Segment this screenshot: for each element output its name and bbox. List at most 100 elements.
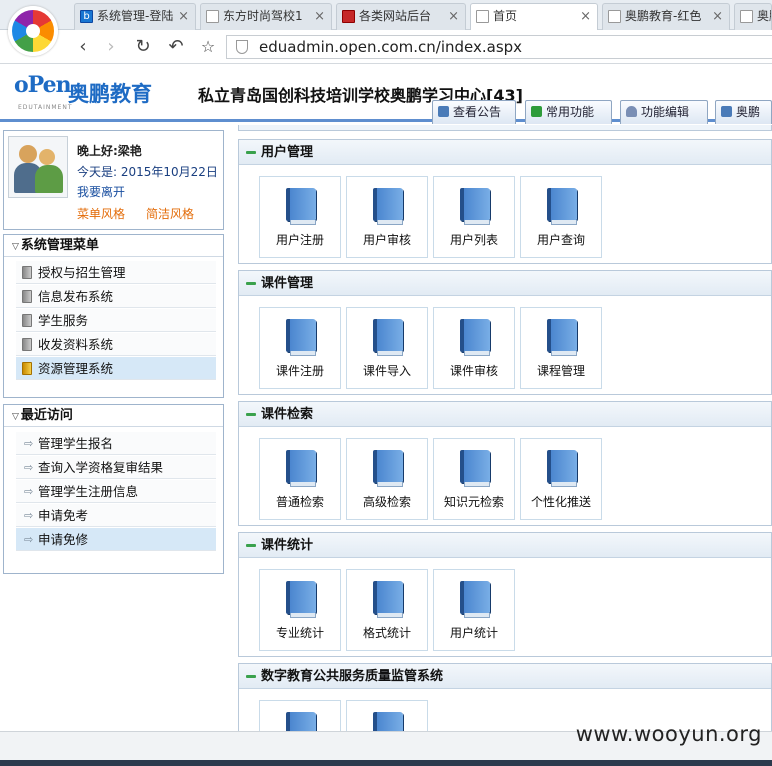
back-icon[interactable]: ‹: [72, 36, 94, 58]
forward-icon[interactable]: ›: [100, 36, 122, 58]
minus-icon[interactable]: [246, 413, 256, 416]
tab-title: 奥鹏: [757, 9, 771, 23]
book-icon: [373, 581, 403, 618]
recent-title[interactable]: ▽ 最近访问: [4, 405, 223, 427]
minus-icon[interactable]: [246, 151, 256, 154]
tab-notice[interactable]: 查看公告: [432, 100, 516, 124]
tab-function-edit[interactable]: 功能编辑: [620, 100, 708, 124]
browser-tab-6[interactable]: 奥鹏: [734, 3, 772, 30]
close-icon[interactable]: ×: [314, 4, 325, 29]
system-menu-title[interactable]: ▽ 系统管理菜单: [4, 235, 223, 257]
recent-item[interactable]: ⇨ 管理学生注册信息: [16, 480, 216, 503]
section-title: 课件检索: [239, 402, 771, 427]
browser-tab-1[interactable]: b 系统管理-登陆 ×: [74, 3, 196, 30]
baidu-icon: b: [80, 10, 93, 23]
courseware-import-button[interactable]: 课件导入: [346, 307, 428, 389]
section-title: 课件统计: [239, 533, 771, 558]
browser-tab-active[interactable]: 首页 ×: [470, 3, 598, 31]
course-management-button[interactable]: 课程管理: [520, 307, 602, 389]
book-icon: [373, 450, 403, 487]
user-list-button[interactable]: 用户列表: [433, 176, 515, 258]
user-review-button[interactable]: 用户审核: [346, 176, 428, 258]
sidebar-item-materials[interactable]: 收发资料系统: [16, 333, 216, 356]
browser-tab-bar: b 系统管理-登陆 × 东方时尚驾校1 × 各类网站后台 × 首页 × 奥鹏教育…: [0, 0, 772, 31]
close-icon[interactable]: ×: [580, 4, 591, 29]
courseware-review-button[interactable]: 课件审核: [433, 307, 515, 389]
watermark: www.wooyun.org: [575, 722, 762, 746]
refresh-icon[interactable]: ↻: [132, 36, 154, 58]
book-icon: [286, 712, 316, 731]
browser-toolbar: ‹ › ↻ ↶ ☆ eduadmin.open.com.cn/index.asp…: [0, 30, 772, 64]
sidebar-item-label: 收发资料系统: [38, 337, 114, 352]
book-icon: [22, 338, 32, 351]
tab-title: 首页: [493, 9, 518, 23]
sidebar-item-info[interactable]: 信息发布系统: [16, 285, 216, 308]
major-statistics-button[interactable]: 专业统计: [259, 569, 341, 651]
book-icon: [373, 712, 403, 731]
browser-logo-icon[interactable]: [8, 6, 58, 56]
section-courseware-search: 课件检索 普通检索 高级检索 知识元检索 个性化推送: [238, 401, 772, 526]
sidebar-item-label: 资源管理系统: [38, 361, 114, 376]
user-query-button[interactable]: 用户查询: [520, 176, 602, 258]
recent-item[interactable]: ⇨ 管理学生报名: [16, 432, 216, 455]
format-statistics-button[interactable]: 格式统计: [346, 569, 428, 651]
undo-icon[interactable]: ↶: [165, 36, 187, 58]
minus-icon[interactable]: [246, 675, 256, 678]
browser-tab-5[interactable]: 奥鹏教育-红色 ×: [602, 3, 730, 30]
section-courseware-statistics: 课件统计 专业统计 格式统计 用户统计: [238, 532, 772, 657]
recent-item[interactable]: ⇨ 查询入学资格复审结果: [16, 456, 216, 479]
close-icon[interactable]: ×: [448, 4, 459, 29]
supervision-item-button[interactable]: [346, 700, 428, 731]
book-icon: [460, 319, 490, 356]
browser-tab-2[interactable]: 东方时尚驾校1 ×: [200, 3, 332, 30]
card-icon: [721, 106, 732, 117]
courseware-register-button[interactable]: 课件注册: [259, 307, 341, 389]
knowledge-search-button[interactable]: 知识元检索: [433, 438, 515, 520]
logout-link[interactable]: 我要离开: [77, 183, 125, 200]
star-icon[interactable]: ☆: [197, 36, 219, 58]
user-edit-icon: [626, 106, 637, 117]
collapse-icon: ▽: [12, 242, 19, 252]
scrolled-section: [238, 125, 772, 131]
supervision-item-button[interactable]: [259, 700, 341, 731]
sidebar-item-auth[interactable]: 授权与招生管理: [16, 261, 216, 284]
section-title: 课件管理: [239, 271, 771, 296]
book-icon: [22, 290, 32, 303]
tab-title: 系统管理-登陆: [97, 9, 174, 23]
user-register-button[interactable]: 用户注册: [259, 176, 341, 258]
page-icon: [206, 10, 219, 23]
personalized-push-button[interactable]: 个性化推送: [520, 438, 602, 520]
tab-label: 常用功能: [546, 105, 595, 119]
basic-search-button[interactable]: 普通检索: [259, 438, 341, 520]
minus-icon[interactable]: [246, 282, 256, 285]
book-icon: [460, 450, 490, 487]
sidebar-item-label: 学生服务: [38, 313, 89, 328]
section-title: 数字教育公共服务质量监管系统: [239, 664, 771, 689]
logo-sub: EDUTAINMENT: [18, 104, 73, 111]
tab-common-functions[interactable]: 常用功能: [525, 100, 612, 124]
minus-icon[interactable]: [246, 544, 256, 547]
advanced-search-button[interactable]: 高级检索: [346, 438, 428, 520]
greeting: 晚上好:梁艳: [77, 144, 142, 158]
book-icon: [286, 319, 316, 356]
logo-open: oPen: [14, 72, 72, 98]
user-statistics-button[interactable]: 用户统计: [433, 569, 515, 651]
page-icon: [740, 10, 753, 23]
url-text: eduadmin.open.com.cn/index.aspx: [259, 38, 523, 56]
tab-title: 奥鹏教育-红色: [625, 9, 702, 23]
simple-style-link[interactable]: 简洁风格: [146, 205, 194, 222]
menu-style-link[interactable]: 菜单风格: [77, 205, 125, 222]
browser-tab-3[interactable]: 各类网站后台 ×: [336, 3, 466, 30]
recent-item[interactable]: ⇨ 申请免考: [16, 504, 216, 527]
sidebar-item-student[interactable]: 学生服务: [16, 309, 216, 332]
tab-card[interactable]: 奥鹏卡: [715, 100, 772, 141]
recent-item[interactable]: ⇨ 申请免修: [16, 528, 216, 551]
close-icon[interactable]: ×: [712, 4, 723, 29]
page-header: oPen 奥鹏教育 EDUTAINMENT 私立青岛国创科技培训学校奥鹏学习中心…: [0, 64, 772, 141]
close-icon[interactable]: ×: [178, 4, 189, 29]
current-date: 今天是: 2015年10月22日: [77, 165, 218, 179]
address-bar[interactable]: eduadmin.open.com.cn/index.aspx: [226, 35, 772, 59]
sidebar-item-resources[interactable]: 资源管理系统: [16, 357, 216, 380]
book-icon: [22, 362, 32, 375]
section-user-management: 用户管理 用户注册 用户审核 用户列表 用户查询: [238, 139, 772, 264]
